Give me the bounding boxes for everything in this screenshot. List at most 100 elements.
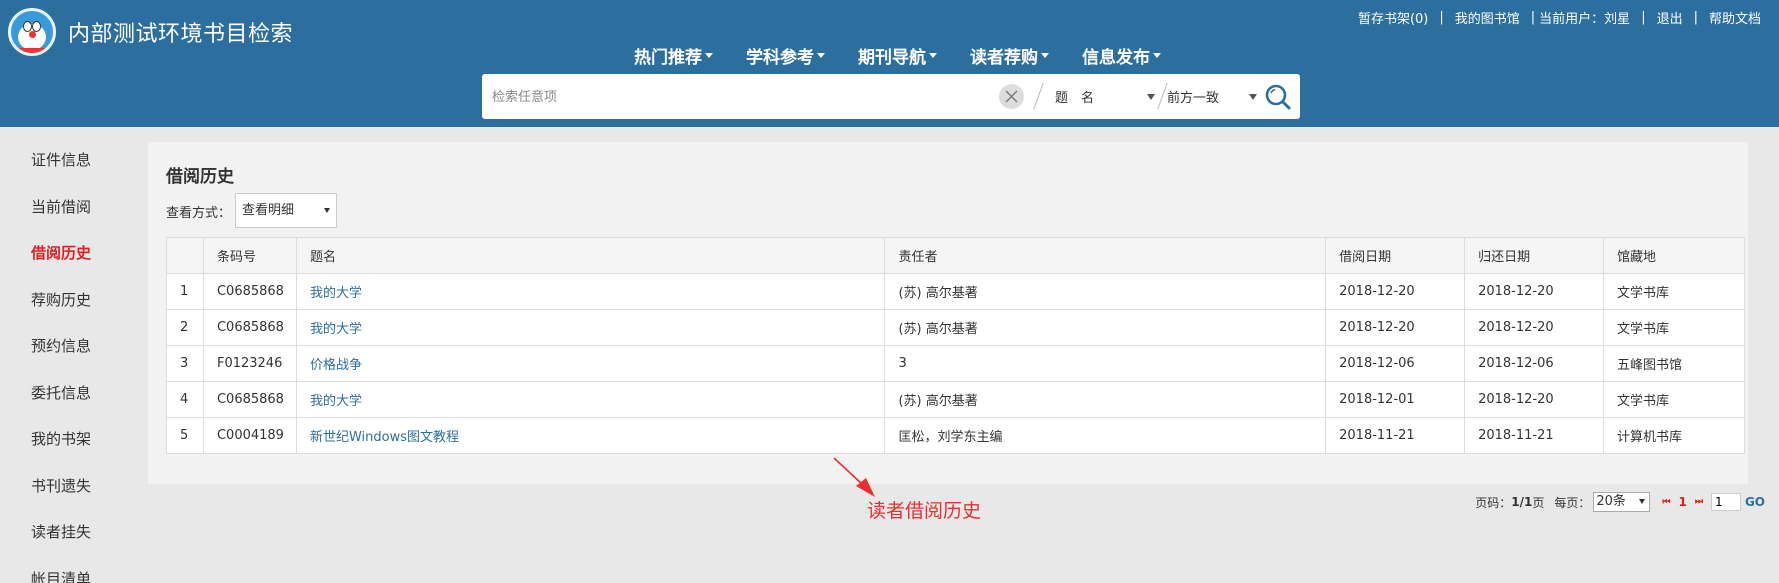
col-header-loan-date: 借阅日期 [1325,237,1466,274]
cell-title-link[interactable]: 价格战争 [295,345,886,382]
cell-barcode: F0123246 [202,345,297,382]
page-value: 1/1 [1511,495,1533,509]
view-mode-select[interactable]: 查看明细 [235,193,337,228]
col-header-title: 题名 [295,237,886,274]
table-row: 5 C0004189 新世纪Windows图文教程 匡松，刘学东主编 2018-… [166,417,1745,454]
sidebar-item-my-shelf[interactable]: 我的书架 [0,421,140,468]
cell-index: 5 [166,417,204,454]
dropdown-arrow-icon [1639,499,1646,504]
current-page-number[interactable]: 1 [1678,495,1686,509]
dropdown-arrow-icon [1249,94,1257,100]
cell-loan-date: 2018-11-21 [1325,417,1466,454]
cell-location: 五峰图书馆 [1603,345,1745,382]
cell-loan-date: 2018-12-06 [1325,345,1466,382]
logout-link[interactable]: 退出 [1657,8,1683,27]
logo-icon[interactable] [8,8,56,56]
annotation-label: 读者借阅历史 [867,500,982,522]
nav-recommend[interactable]: 读者荐购 [970,43,1049,68]
cell-loan-date: 2018-12-20 [1325,309,1466,346]
cell-location: 文学书库 [1603,309,1745,346]
sidebar-item-delegations[interactable]: 委托信息 [0,375,140,422]
sidebar-item-account-list[interactable]: 帐目清单 [0,561,140,583]
header-bar: 内部测试环境书目检索 暂存书架(0) | 我的图书馆 | 当前用户： 刘星 | … [0,0,1779,127]
help-link[interactable]: 帮助文档 [1709,8,1761,27]
sidebar-item-recommend-history[interactable]: 荐购历史 [0,282,140,329]
table-row: 2 C0685868 我的大学 (苏) 高尔基著 2018-12-20 2018… [166,309,1745,346]
col-header-author: 责任者 [884,237,1327,274]
search-box: 题 名 前方一致 [482,74,1300,119]
loan-history-table: 条码号 题名 责任者 借阅日期 归还日期 馆藏地 1 C0685868 我的大学… [166,237,1745,454]
shelf-link[interactable]: 暂存书架(0) [1358,8,1428,27]
cell-index: 4 [166,381,204,418]
sidebar: 证件信息 当前借阅 借阅历史 荐购历史 预约信息 委托信息 我的书架 书刊遗失 … [0,142,140,583]
cell-author: (苏) 高尔基著 [884,381,1327,418]
current-user-label: 当前用户： [1539,12,1605,27]
pagination: 页码： 1/1 页 每页： 20条 ⏮ 1 ⏭ GO [1475,492,1765,512]
sidebar-item-card-info[interactable]: 证件信息 [0,142,140,189]
match-mode-select[interactable]: 前方一致 [1167,84,1257,109]
nav-journal[interactable]: 期刊导航 [858,43,937,68]
table-header-row: 条码号 题名 责任者 借阅日期 归还日期 馆藏地 [166,237,1745,274]
go-button[interactable]: GO [1745,495,1765,509]
sidebar-item-loan-history[interactable]: 借阅历史 [0,235,140,282]
divider [1033,82,1044,110]
sidebar-item-reservations[interactable]: 预约信息 [0,328,140,375]
cell-author: 3 [884,345,1327,382]
first-page-icon[interactable]: ⏮ [1662,497,1670,507]
nav-hot[interactable]: 热门推荐 [634,43,713,68]
cell-title-link[interactable]: 我的大学 [295,273,886,310]
per-page-select[interactable]: 20条 [1593,492,1651,512]
col-header-return-date: 归还日期 [1464,237,1604,274]
sidebar-item-report-loss[interactable]: 读者挂失 [0,514,140,561]
cell-author: (苏) 高尔基著 [884,273,1327,310]
cell-location: 文学书库 [1603,273,1745,310]
cell-title-link[interactable]: 新世纪Windows图文教程 [295,417,886,454]
cell-title-link[interactable]: 我的大学 [295,309,886,346]
page-label: 页码： [1475,495,1512,510]
search-icon[interactable] [1263,82,1293,112]
cell-location: 计算机书库 [1603,417,1745,454]
cell-location: 文学书库 [1603,381,1745,418]
nav-info[interactable]: 信息发布 [1082,43,1161,68]
page-number-input[interactable] [1710,493,1741,511]
caret-down-icon [1153,53,1161,58]
current-user-name[interactable]: 刘星 [1604,8,1630,27]
page-suffix: 页 [1532,495,1545,510]
last-page-icon[interactable]: ⏭ [1695,497,1703,507]
separator: | [1693,10,1698,25]
cell-barcode: C0685868 [202,381,297,418]
cell-return-date: 2018-11-21 [1464,417,1604,454]
cell-barcode: C0685868 [202,309,297,346]
main-nav: 热门推荐 学科参考 期刊导航 读者荐购 信息发布 [634,43,1194,68]
cell-index: 1 [166,273,204,310]
col-header-location: 馆藏地 [1603,237,1745,274]
cell-return-date: 2018-12-20 [1464,381,1604,418]
per-page-label: 每页： [1554,495,1591,510]
separator: | [1641,10,1646,25]
cell-index: 3 [166,345,204,382]
sidebar-item-current-loans[interactable]: 当前借阅 [0,189,140,236]
cell-author: (苏) 高尔基著 [884,309,1327,346]
col-header-index [166,237,204,274]
site-title: 内部测试环境书目检索 [68,22,294,47]
cell-title-link[interactable]: 我的大学 [295,381,886,418]
cell-return-date: 2018-12-20 [1464,309,1604,346]
my-library-link[interactable]: 我的图书馆 [1455,8,1520,27]
separator: | [1439,10,1444,25]
sidebar-item-lost-books[interactable]: 书刊遗失 [0,468,140,515]
cell-author: 匡松，刘学东主编 [884,417,1327,454]
search-field-select[interactable]: 题 名 [1055,84,1155,109]
table-row: 1 C0685868 我的大学 (苏) 高尔基著 2018-12-20 2018… [166,273,1745,310]
view-mode-label: 查看方式： [166,206,232,221]
cell-barcode: C0004189 [202,417,297,454]
cell-index: 2 [166,309,204,346]
nav-subject[interactable]: 学科参考 [746,43,825,68]
dropdown-arrow-icon [1147,94,1155,100]
search-input[interactable] [492,86,972,108]
cell-return-date: 2018-12-06 [1464,345,1604,382]
clear-icon[interactable] [999,84,1024,109]
cell-loan-date: 2018-12-20 [1325,273,1466,310]
table-row: 3 F0123246 价格战争 3 2018-12-06 2018-12-06 … [166,345,1745,382]
cell-loan-date: 2018-12-01 [1325,381,1466,418]
table-row: 4 C0685868 我的大学 (苏) 高尔基著 2018-12-01 2018… [166,381,1745,418]
